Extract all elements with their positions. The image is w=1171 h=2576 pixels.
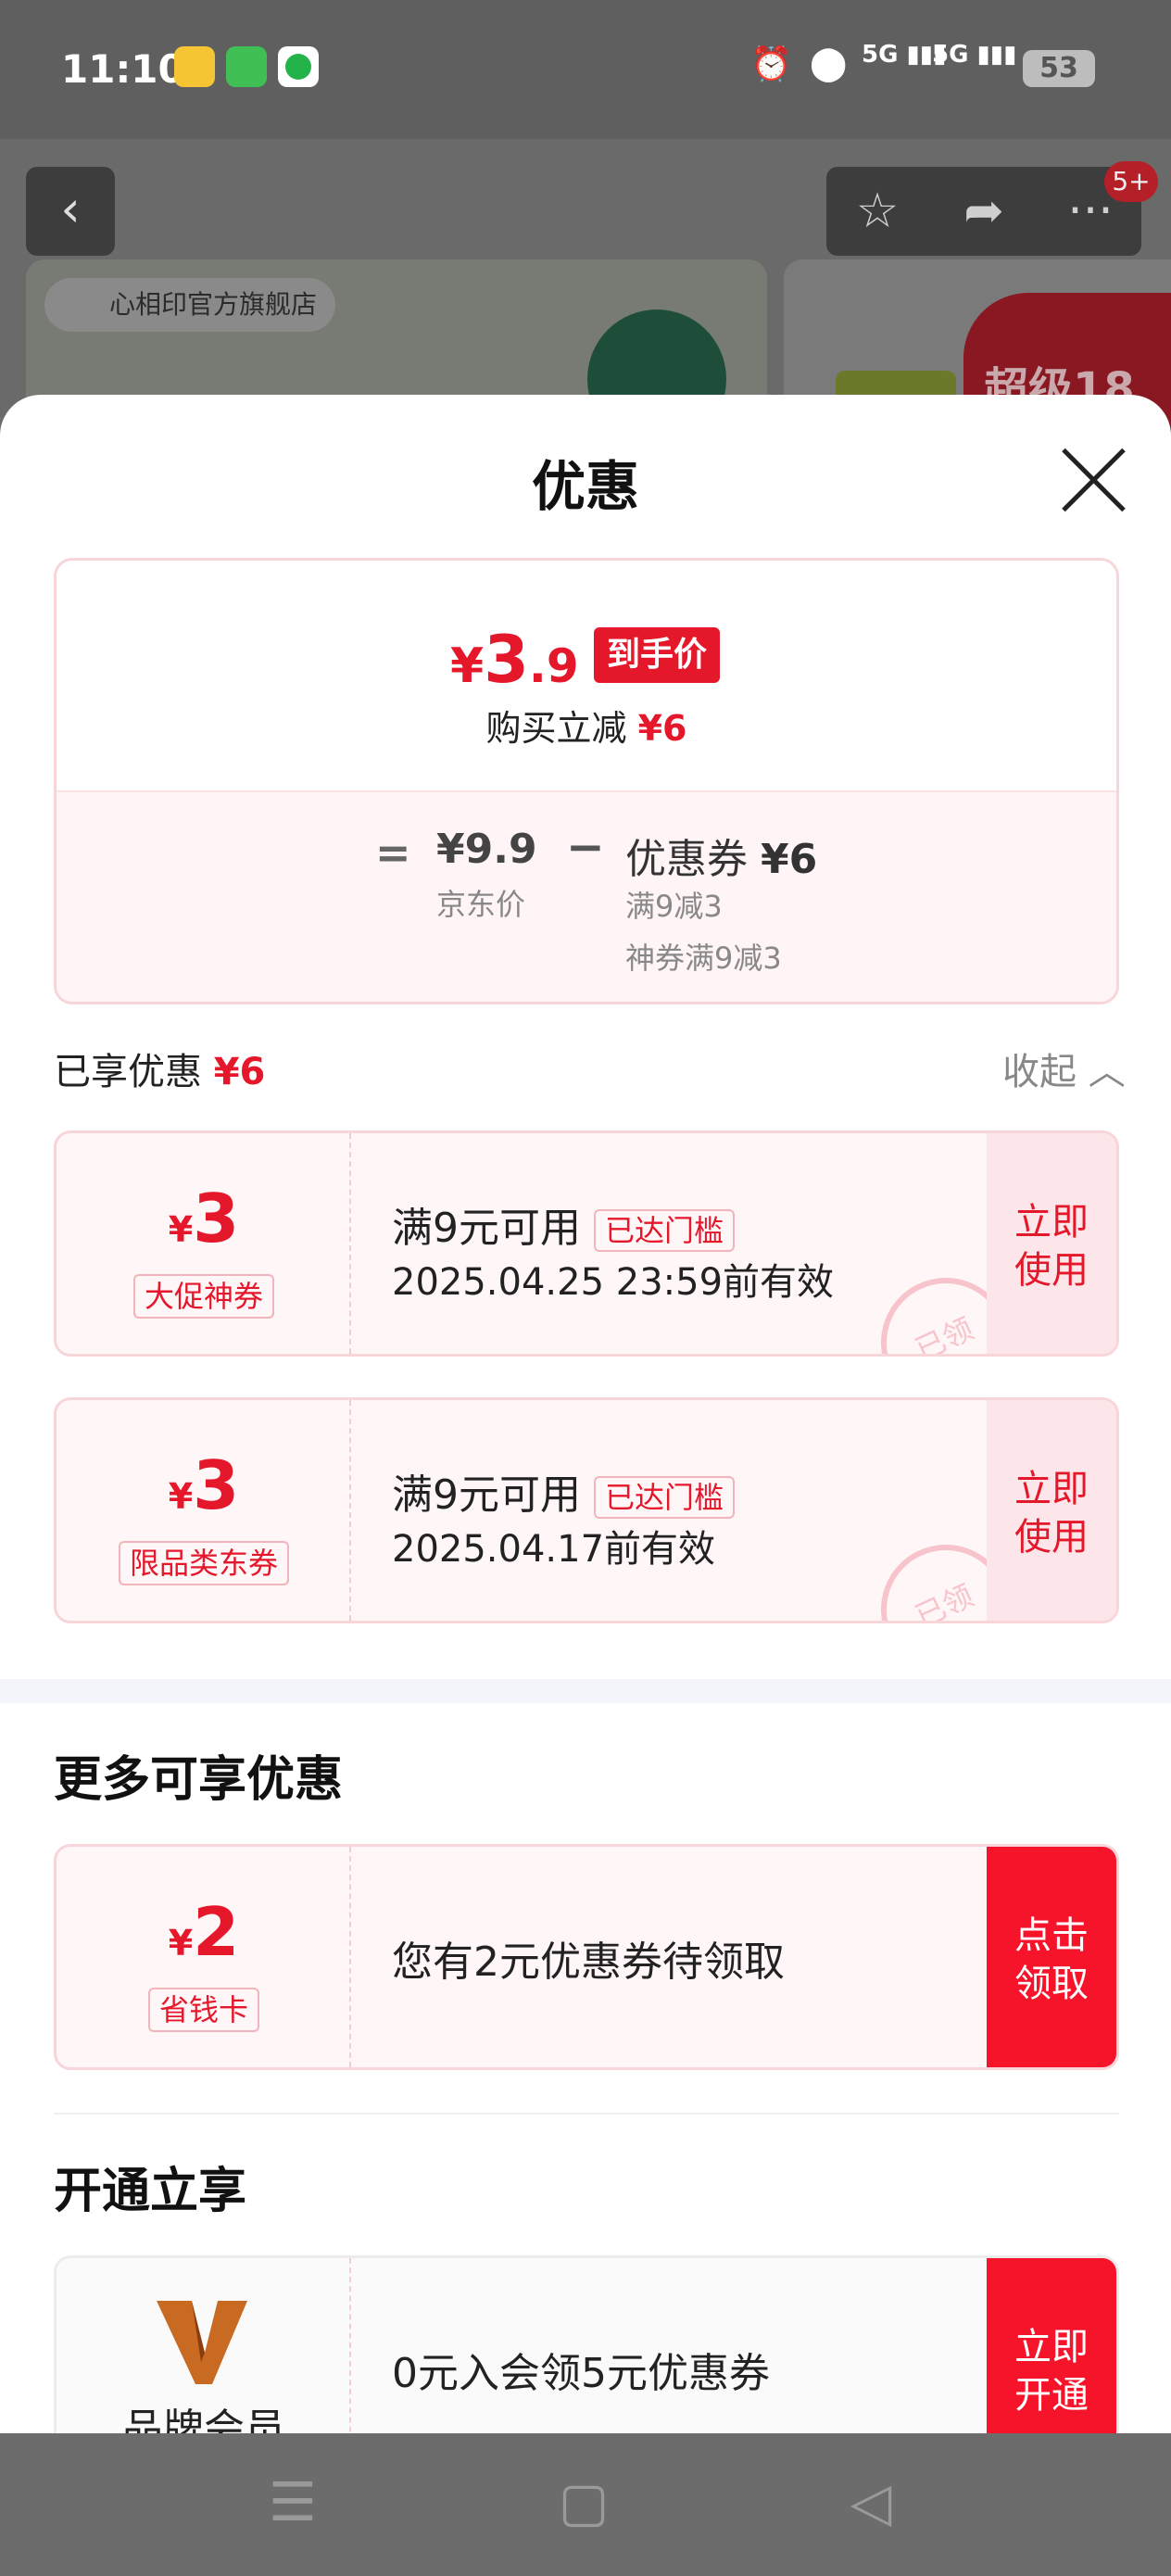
system-nav-bar: ☰ ▢ ◁ (0, 2433, 1171, 2576)
chevron-up-icon: ︿ (1088, 1051, 1126, 1093)
app-icon (226, 46, 267, 87)
status-time: 11:10 (61, 46, 185, 92)
membership-description: 0元入会领5元优惠券 (392, 2350, 770, 2397)
coupon-condition: 满9元可用 已达门槛 (392, 1194, 736, 1254)
section-divider (0, 1679, 1171, 1703)
coupon-detail: 满9减3 (625, 889, 723, 924)
offer-amount: ¥2 (168, 1893, 240, 1971)
close-icon[interactable] (1056, 443, 1130, 517)
membership-card: 品牌会员 0元入会领5元优惠券 立即 开通 (54, 2255, 1119, 2433)
menu-icon[interactable]: ☰ (256, 2470, 330, 2533)
membership-section-title: 开通立享 (54, 2164, 247, 2219)
final-price-tag: 到手价 (594, 627, 721, 683)
back-button[interactable]: ‹ (26, 167, 115, 256)
membership-name: 品牌会员 (122, 2406, 285, 2433)
store-name[interactable]: 心相印官方旗舰店 (44, 278, 336, 332)
offer-type: 省钱卡 (147, 1988, 259, 2032)
location-icon: ⬤ (810, 44, 848, 82)
coupon-value: ¥3 限品类东券 (57, 1400, 351, 1621)
reduce-line: 购买立减 ¥6 (485, 708, 687, 749)
coupon-total: 优惠券 ¥6 (625, 836, 818, 883)
minus-sign: − (566, 820, 605, 874)
offer-value: ¥2 省钱卡 (57, 1847, 351, 2067)
favorite-icon[interactable]: ☆ (826, 167, 928, 256)
final-price: ¥3.9 (450, 622, 579, 698)
more-offers-title: 更多可享优惠 (54, 1752, 344, 1808)
coupon-type: 大促神券 (132, 1274, 274, 1319)
offer-description: 您有2元优惠券待领取 (392, 1938, 785, 1986)
brand-member-logo-icon (157, 2301, 247, 2384)
use-now-button[interactable]: 立即 使用 (987, 1400, 1116, 1621)
coupon-expiry: 2025.04.25 23:59前有效 (392, 1261, 835, 1304)
jd-price: ¥9.9 (436, 826, 537, 873)
signal-5g-icon-2: 5G ▮▮▮ (932, 41, 1017, 69)
price-breakdown: = ¥9.9 京东价 − 优惠券 ¥6 满9减3 神券满9减3 (57, 790, 1116, 1002)
equals-sign: = (375, 827, 411, 878)
coupon-amount: ¥3 (168, 1180, 240, 1257)
divider (54, 2113, 1119, 2115)
offers-sheet: 优惠 ¥3.9 到手价 购买立减 ¥6 = ¥9.9 京东价 − 优惠券 ¥6 … (0, 395, 1171, 2433)
join-now-button[interactable]: 立即 开通 (987, 2258, 1116, 2433)
enjoyed-discount: 已享优惠 ¥6 (54, 1051, 266, 1093)
collapse-button[interactable]: 收起 ︿ (1002, 1042, 1126, 1095)
coupon-amount: ¥3 (168, 1446, 240, 1524)
offer-card: ¥2 省钱卡 您有2元优惠券待领取 点击 领取 (54, 1844, 1119, 2070)
weibo-app-icon (174, 46, 215, 87)
share-icon[interactable]: ➦ (933, 167, 1035, 256)
home-icon[interactable]: ▢ (547, 2470, 621, 2533)
chevron-left-icon: ‹ (60, 180, 81, 238)
threshold-tag: 已达门槛 (594, 1476, 736, 1519)
coupon-condition: 满9元可用 已达门槛 (392, 1461, 736, 1521)
coupon-detail: 神券满9减3 (625, 941, 782, 976)
membership-brand: 品牌会员 (57, 2258, 351, 2433)
alarm-icon: ⏰ (750, 45, 792, 83)
jd-price-label: 京东价 (436, 887, 526, 922)
coupon-card: ¥3 大促神券 满9元可用 已达门槛 2025.04.25 23:59前有效 已领… (54, 1130, 1119, 1357)
status-bar: 11:10 ⏰ ⬤ 5G ▮▮▮ 5G ▮▮▮ 53 (0, 0, 1171, 139)
use-now-button[interactable]: 立即 使用 (987, 1133, 1116, 1354)
coupon-expiry: 2025.04.17前有效 (392, 1528, 716, 1571)
back-triangle-icon[interactable]: ◁ (834, 2470, 908, 2533)
price-summary: ¥3.9 到手价 购买立减 ¥6 = ¥9.9 京东价 − 优惠券 ¥6 满9减… (54, 558, 1119, 1004)
notification-badge: 5+ (1104, 161, 1158, 202)
sheet-title: 优惠 (531, 455, 639, 518)
message-app-icon (278, 46, 319, 87)
claim-button[interactable]: 点击 领取 (987, 1847, 1116, 2067)
header-actions: ☆ ➦ ··· (826, 167, 1141, 256)
coupon-value: ¥3 大促神券 (57, 1133, 351, 1354)
threshold-tag: 已达门槛 (594, 1209, 736, 1252)
coupon-card: ¥3 限品类东券 满9元可用 已达门槛 2025.04.17前有效 已领 立即 使用 (54, 1397, 1119, 1623)
coupon-type: 限品类东券 (118, 1541, 289, 1585)
battery-icon: 53 (1023, 50, 1095, 87)
